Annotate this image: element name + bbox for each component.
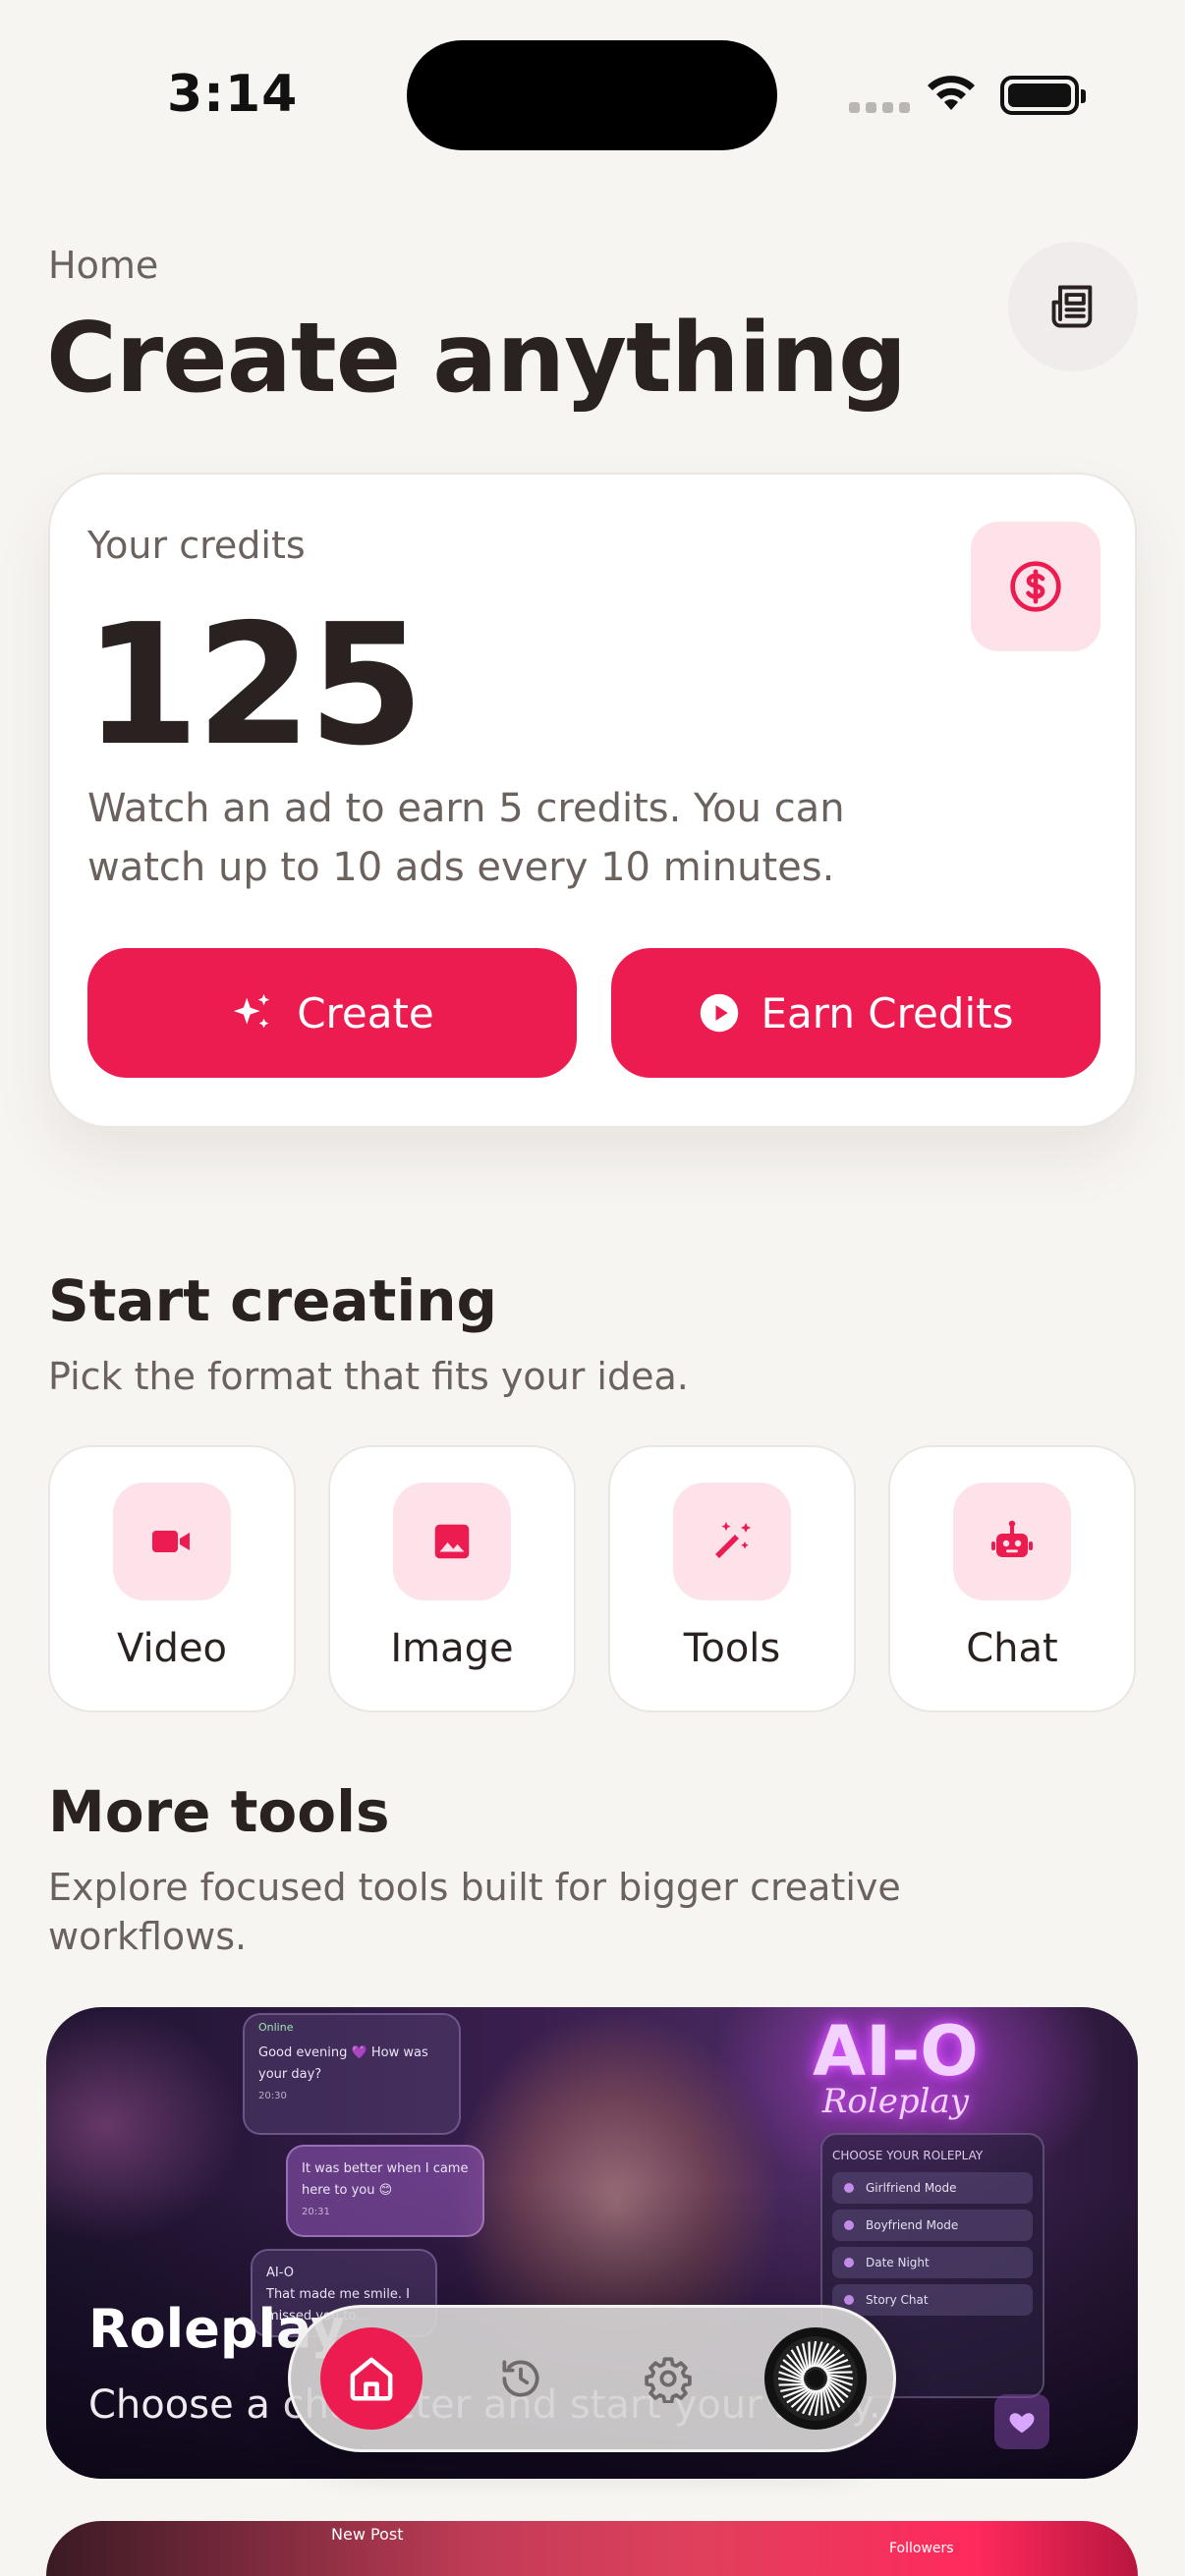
credits-value: 125 — [84, 588, 424, 783]
format-icon-bg — [673, 1483, 791, 1600]
neon-subtitle: Roleplay — [821, 2082, 969, 2121]
play-circle-icon — [700, 993, 738, 1033]
bubble-time: 20:31 — [302, 2207, 330, 2217]
panel-item: Story Chat — [832, 2284, 1033, 2316]
more-tools-title: More tools — [48, 1778, 390, 1845]
dynamic-island — [407, 40, 777, 150]
promo2-label: New Post — [331, 2525, 404, 2544]
format-card-image[interactable]: Image — [328, 1445, 576, 1712]
bubble-time: 20:30 — [258, 2091, 287, 2101]
format-label: Video — [116, 1626, 228, 1671]
tab-profile[interactable] — [764, 2327, 867, 2430]
promo2-label: Followers — [889, 2541, 954, 2556]
create-button[interactable]: Create — [87, 948, 577, 1078]
format-grid: Video Image Tools Chat — [48, 1445, 1137, 1712]
profile-icon — [773, 2336, 858, 2421]
wifi-icon — [928, 76, 975, 110]
format-icon-bg — [113, 1483, 231, 1600]
format-label: Tools — [683, 1626, 781, 1671]
start-creating-title: Start creating — [48, 1267, 498, 1334]
earn-credits-button[interactable]: Earn Credits — [611, 948, 1100, 1078]
chat-bubble: It was better when I came here to you 😊 … — [286, 2145, 484, 2237]
dollar-coin-icon — [1010, 561, 1061, 612]
tab-home[interactable] — [320, 2327, 423, 2430]
chat-bubble: Online Good evening 💜 How was your day? … — [243, 2013, 461, 2135]
start-creating-subtitle: Pick the format that fits your idea. — [48, 1355, 689, 1398]
settings-icon — [645, 2357, 692, 2403]
credits-badge — [971, 522, 1100, 651]
tab-settings[interactable] — [617, 2327, 719, 2430]
tab-bar — [288, 2305, 896, 2452]
format-card-tools[interactable]: Tools — [608, 1445, 856, 1712]
status-bar: 3:14 — [0, 0, 1185, 187]
credits-card: Your credits 125 Watch an ad to earn 5 c… — [48, 473, 1137, 1128]
bubble-text: Good evening 💜 How was your day? — [258, 2045, 428, 2082]
page-title: Create anything — [46, 303, 907, 415]
home-icon — [350, 2357, 393, 2401]
more-tools-subtitle: Explore focused tools built for bigger c… — [48, 1866, 901, 1958]
panel-item: Girlfriend Mode — [832, 2172, 1033, 2204]
format-label: Chat — [966, 1626, 1058, 1671]
sparkles-icon — [234, 993, 270, 1029]
status-time: 3:14 — [167, 65, 299, 124]
create-button-label: Create — [297, 988, 434, 1037]
tab-history[interactable] — [470, 2327, 572, 2430]
history-icon — [502, 2360, 539, 2397]
format-icon-bg — [393, 1483, 511, 1600]
image-icon — [434, 1524, 470, 1559]
newspaper-icon — [1051, 285, 1093, 328]
news-button[interactable] — [1008, 242, 1138, 371]
online-status: Online — [258, 2021, 294, 2034]
bubble-text: It was better when I came here to you 😊 — [302, 2161, 469, 2198]
neon-sign: AI-O Roleplay — [813, 2013, 979, 2121]
panel-title: CHOOSE YOUR ROLEPLAY — [832, 2149, 984, 2162]
format-icon-bg — [953, 1483, 1071, 1600]
panel-item: Boyfriend Mode — [832, 2210, 1033, 2241]
credits-label: Your credits — [87, 524, 306, 567]
promo-card-2[interactable]: New Post Followers — [46, 2521, 1138, 2576]
video-camera-icon — [152, 1531, 190, 1552]
cellular-signal-icon — [849, 102, 910, 113]
format-label: Image — [390, 1626, 514, 1671]
earn-credits-button-label: Earn Credits — [761, 988, 1014, 1037]
bubble-author: AI-O — [266, 2266, 295, 2280]
neon-title: AI-O — [813, 2011, 979, 2092]
panel-item: Date Night — [832, 2247, 1033, 2278]
credits-description: Watch an ad to earn 5 credits. You can w… — [87, 786, 845, 890]
battery-icon — [1000, 76, 1086, 115]
format-card-chat[interactable]: Chat — [888, 1445, 1136, 1712]
robot-icon — [991, 1520, 1033, 1557]
magic-wand-icon — [715, 1522, 751, 1558]
format-card-video[interactable]: Video — [48, 1445, 296, 1712]
breadcrumb[interactable]: Home — [48, 244, 158, 287]
